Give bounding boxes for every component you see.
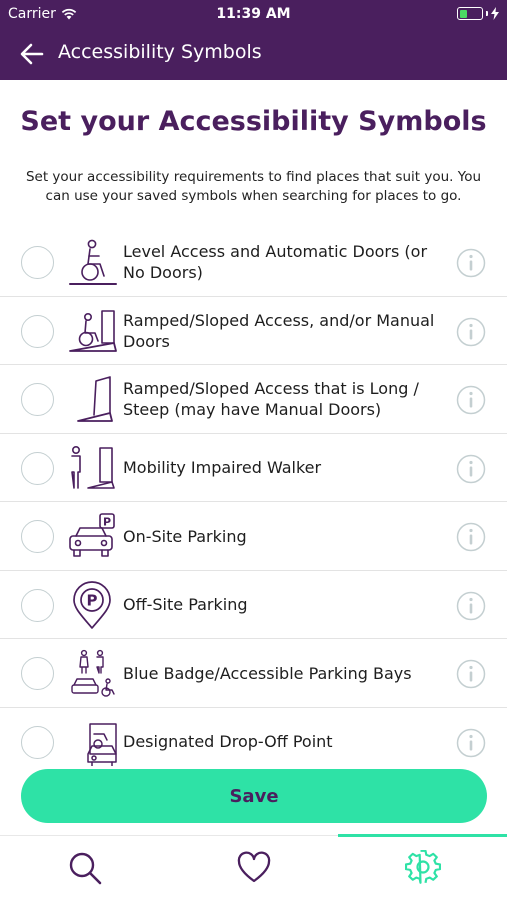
wheelchair-level-access-icon [69,239,117,285]
info-icon[interactable] [456,385,486,415]
symbol-label: Ramped/Sloped Access, and/or Manual Door… [123,310,435,351]
info-icon[interactable] [456,728,486,758]
tab-bar [0,834,507,900]
wheelchair-ramp-icon [69,309,117,352]
radio-button[interactable] [21,657,54,690]
info-icon[interactable] [456,248,486,278]
radio-button[interactable] [21,520,54,553]
symbol-row-steep-ramp[interactable]: Ramped/Sloped Access that is Long / Stee… [0,365,507,434]
symbol-row-off-site-parking[interactable]: P Off-Site Parking [0,571,507,639]
info-icon[interactable] [456,659,486,689]
intro-text: Set your accessibility requirements to f… [25,169,482,204]
symbol-row-walker[interactable]: Mobility Impaired Walker [0,434,507,502]
radio-button[interactable] [21,314,54,348]
gear-icon[interactable] [405,850,441,886]
nav-title: Accessibility Symbols [58,41,262,63]
save-button[interactable]: Save [21,769,487,823]
steep-ramp-icon [77,376,113,422]
car-parking-icon: P [69,513,115,557]
battery-indicator [457,7,499,20]
blue-badge-parking-icon [71,649,115,697]
svg-text:P: P [87,591,98,609]
symbol-row-blue-badge[interactable]: Blue Badge/Accessible Parking Bays [0,639,507,708]
info-icon[interactable] [456,522,486,552]
radio-button[interactable] [21,451,54,485]
symbol-label: On-Site Parking [123,526,247,546]
search-icon[interactable] [67,850,103,886]
symbol-row-ramped-access[interactable]: Ramped/Sloped Access, and/or Manual Door… [0,297,507,365]
symbol-label: Ramped/Sloped Access that is Long / Stee… [123,379,419,419]
charging-bolt-icon [491,7,499,20]
page-title: Set your Accessibility Symbols [20,106,487,137]
symbol-label: Mobility Impaired Walker [123,458,322,477]
info-icon[interactable] [456,454,486,484]
battery-icon [457,7,483,20]
radio-button[interactable] [21,725,54,759]
radio-button[interactable] [21,383,54,416]
parking-pin-icon: P [73,580,111,629]
radio-button[interactable] [21,588,54,622]
symbol-label: Blue Badge/Accessible Parking Bays [123,663,412,683]
drop-off-point-icon [87,722,117,766]
heart-icon[interactable] [236,850,272,886]
radio-button[interactable] [21,246,54,279]
status-time: 11:39 AM [216,6,291,22]
nav-bar: Accessibility Symbols [0,28,507,80]
status-bar: Carrier 11:39 AM [0,0,507,28]
symbol-label: Level Access and Automatic Doors (or No … [123,242,428,282]
info-icon[interactable] [456,317,486,347]
back-arrow-icon[interactable] [18,40,46,68]
symbol-row-on-site-parking[interactable]: P On-Site Parking [0,502,507,571]
symbol-row-level-access[interactable]: Level Access and Automatic Doors (or No … [0,228,507,297]
active-tab-indicator [338,834,507,837]
info-icon[interactable] [456,591,486,621]
symbol-row-drop-off[interactable]: Designated Drop-Off Point [0,708,507,777]
symbol-label: Designated Drop-Off Point [123,732,333,751]
svg-text:P: P [103,516,111,529]
walker-icon [71,445,115,489]
symbol-label: Off-Site Parking [123,595,248,614]
